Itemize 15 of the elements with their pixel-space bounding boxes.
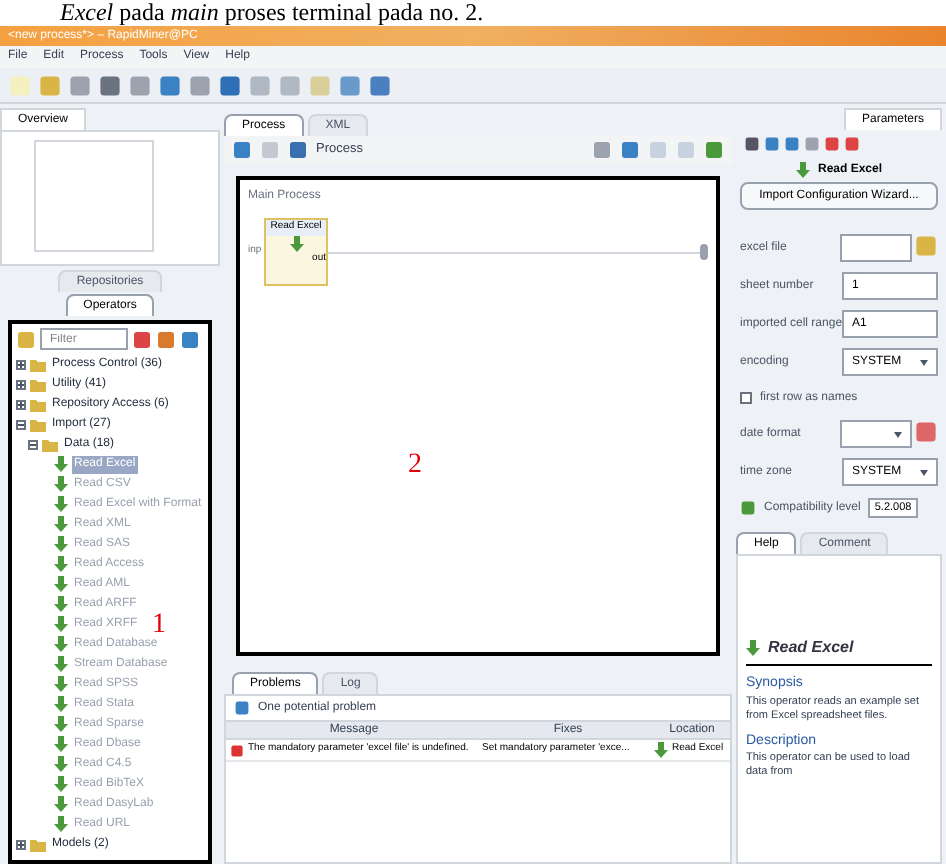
expand-icon[interactable] <box>16 379 26 389</box>
combo-field[interactable] <box>840 420 912 448</box>
file-field[interactable] <box>840 234 912 262</box>
caret-icon <box>920 359 928 365</box>
checkbox[interactable] <box>740 392 752 404</box>
port-icon[interactable] <box>700 244 708 260</box>
caption: Excel pada main proses terminal pada no. 2. <box>58 0 486 26</box>
collapse-icon[interactable] <box>28 439 38 449</box>
annotation-number: 2 <box>408 448 422 484</box>
expand-icon[interactable] <box>16 399 26 409</box>
expand-icon[interactable] <box>16 359 26 369</box>
collapse-icon[interactable] <box>16 419 26 429</box>
expand-icon[interactable] <box>16 839 26 849</box>
help-title: Read Excel <box>768 636 854 660</box>
caret-icon <box>920 469 928 475</box>
